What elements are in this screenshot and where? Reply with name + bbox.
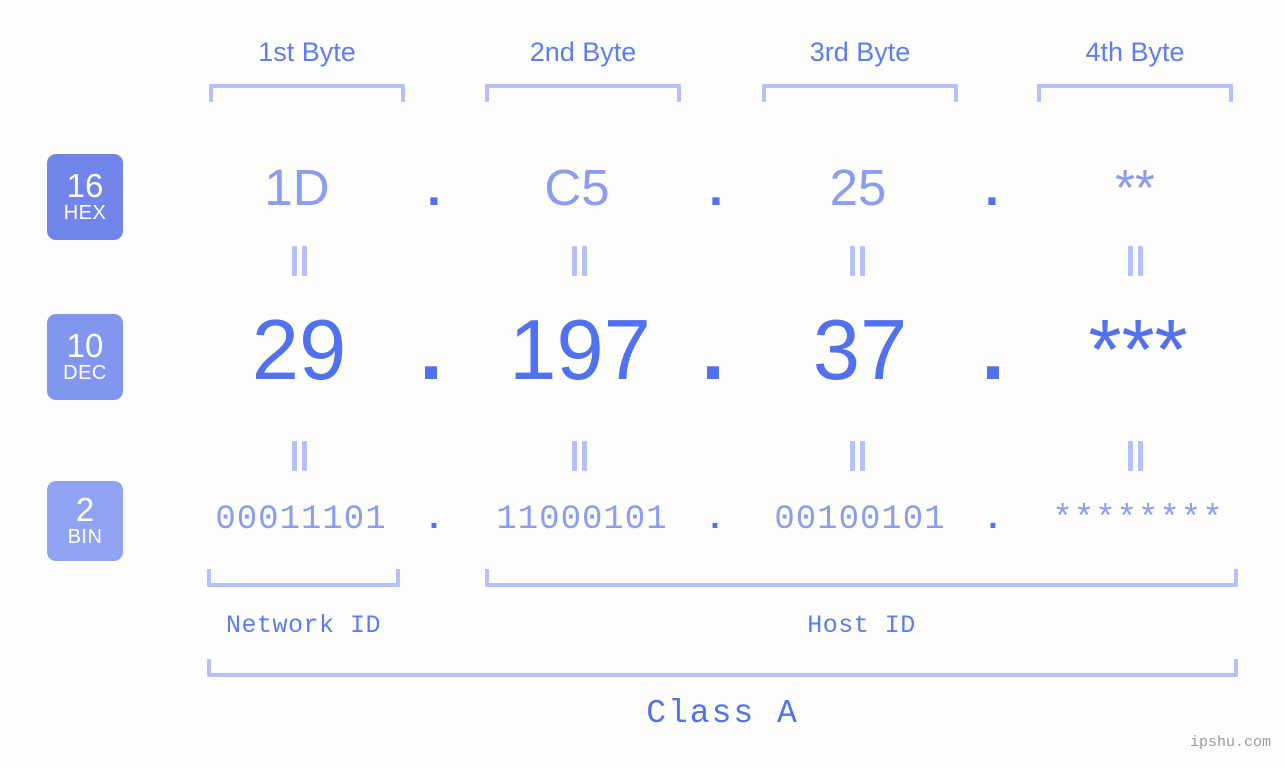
equals-connector-dec-bin-4: [1123, 441, 1149, 471]
base-badge-dec-abbr: DEC: [63, 361, 107, 384]
network-id-label: Network ID: [225, 611, 382, 640]
base-badge-bin-abbr: BIN: [67, 525, 103, 548]
bin-separator-2: .: [704, 501, 726, 539]
hex-separator-3: .: [984, 159, 1000, 216]
base-badge-hex-number: 16: [66, 166, 104, 204]
hex-byte-3: 25: [829, 159, 887, 216]
host-id-label: Host ID: [807, 611, 916, 640]
base-badge-dec: 10 DEC: [47, 314, 123, 400]
equals-connector-dec-bin-2: [567, 441, 593, 471]
bin-separator-1: .: [423, 501, 445, 539]
class-bracket: [207, 659, 1238, 677]
equals-connector-dec-bin-1: [287, 441, 313, 471]
network-id-bracket: [207, 569, 400, 587]
bin-byte-4: ********: [1052, 501, 1224, 539]
dec-separator-1: .: [419, 303, 443, 398]
base-badge-hex: 16 HEX: [47, 154, 123, 240]
equals-connector-hex-dec-3: [845, 246, 871, 276]
class-label: Class A: [646, 695, 799, 732]
host-id-bracket: [485, 569, 1238, 587]
dec-byte-1: 29: [251, 303, 347, 398]
byte-header-label-3: 3rd Byte: [809, 37, 911, 67]
site-watermark: ipshu.com: [1189, 734, 1271, 751]
dec-byte-3: 37: [812, 303, 908, 398]
dec-separator-2: .: [701, 303, 725, 398]
base-badge-bin: 2 BIN: [47, 481, 123, 561]
hex-byte-1: 1D: [264, 159, 330, 216]
byte-bracket-top-4: [1037, 84, 1233, 102]
bin-separator-3: .: [982, 501, 1004, 539]
bin-byte-1: 00011101: [215, 501, 387, 539]
equals-connector-hex-dec-1: [287, 246, 313, 276]
byte-header-label-1: 1st Byte: [258, 37, 356, 67]
byte-bracket-top-2: [485, 84, 681, 102]
hex-separator-1: .: [426, 159, 442, 216]
base-badge-hex-abbr: HEX: [63, 201, 107, 224]
byte-header-label-2: 2nd Byte: [529, 37, 637, 67]
byte-header-label-4: 4th Byte: [1085, 37, 1185, 67]
equals-connector-hex-dec-2: [567, 246, 593, 276]
byte-bracket-top-1: [209, 84, 405, 102]
equals-connector-hex-dec-4: [1123, 246, 1149, 276]
equals-connector-dec-bin-3: [845, 441, 871, 471]
ip-breakdown-diagram: 1st Byte 2nd Byte 3rd Byte 4th Byte 16 H…: [0, 0, 1285, 767]
bin-byte-2: 11000101: [496, 501, 668, 539]
dec-byte-2: 197: [509, 303, 651, 398]
bin-byte-3: 00100101: [774, 501, 946, 539]
dec-separator-3: .: [981, 303, 1005, 398]
base-badge-dec-number: 10: [66, 326, 104, 364]
byte-bracket-top-3: [762, 84, 958, 102]
hex-byte-4: **: [1115, 159, 1155, 216]
base-badge-bin-number: 2: [75, 490, 95, 528]
dec-byte-4: ***: [1088, 303, 1188, 398]
hex-separator-2: .: [708, 159, 724, 216]
hex-byte-2: C5: [544, 159, 610, 216]
